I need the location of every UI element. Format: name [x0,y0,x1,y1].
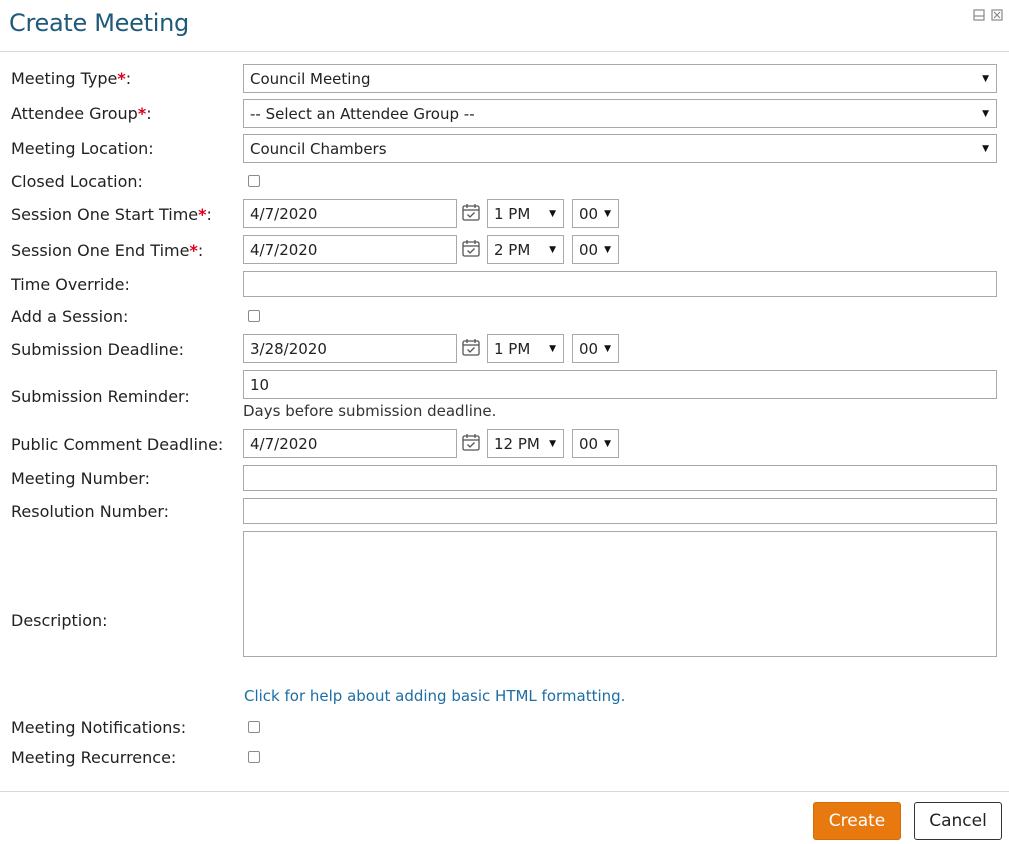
attendee-group-value: -- Select an Attendee Group -- [250,104,475,123]
meeting-location-select[interactable]: Council Chambers ▼ [243,134,997,163]
session-end-minute-value: 00 [579,240,599,259]
description-textarea[interactable] [243,531,997,657]
footer-divider [0,791,1009,792]
session-start-minute-select[interactable]: 00 ▼ [572,199,619,228]
chevron-down-icon: ▼ [549,208,556,219]
html-help-link[interactable]: Click for help about adding basic HTML f… [244,687,625,705]
meeting-notifications-checkbox[interactable] [248,721,260,733]
time-override-input[interactable] [243,271,997,297]
meeting-type-label: Meeting Type*: [11,69,132,88]
chevron-down-icon: ▼ [549,343,556,354]
create-button[interactable]: Create [813,802,901,840]
chevron-down-icon: ▼ [604,438,611,449]
close-icon[interactable] [991,6,1003,21]
chevron-down-icon: ▼ [982,108,989,119]
submission-reminder-help: Days before submission deadline. [243,402,497,420]
session-start-date-input[interactable]: 4/7/2020 [243,199,457,228]
meeting-type-value: Council Meeting [250,69,371,88]
attendee-group-label: Attendee Group*: [11,104,152,123]
add-session-label: Add a Session: [11,307,129,326]
submission-deadline-hour-select[interactable]: 1 PM ▼ [487,334,564,363]
add-session-checkbox[interactable] [248,310,260,322]
session-end-date-input[interactable]: 4/7/2020 [243,235,457,264]
title-divider [0,51,1009,52]
restore-icon[interactable] [973,6,985,21]
window-controls [973,6,1003,21]
meeting-recurrence-checkbox[interactable] [248,751,260,763]
meeting-location-label: Meeting Location: [11,139,154,158]
submission-reminder-value: 10 [250,375,270,394]
meeting-type-select[interactable]: Council Meeting ▼ [243,64,997,93]
session-start-hour-select[interactable]: 1 PM ▼ [487,199,564,228]
submission-deadline-label: Submission Deadline: [11,340,185,359]
chevron-down-icon: ▼ [982,73,989,84]
description-label: Description: [11,611,108,630]
public-comment-minute-value: 00 [579,434,599,453]
meeting-location-value: Council Chambers [250,139,387,158]
cancel-button[interactable]: Cancel [914,802,1002,840]
submission-reminder-input[interactable]: 10 [243,370,997,399]
chevron-down-icon: ▼ [549,438,556,449]
public-comment-hour-value: 12 PM [494,434,540,453]
closed-location-checkbox[interactable] [248,175,260,187]
submission-deadline-minute-select[interactable]: 00 ▼ [572,334,619,363]
session-end-hour-select[interactable]: 2 PM ▼ [487,235,564,264]
chevron-down-icon: ▼ [604,244,611,255]
chevron-down-icon: ▼ [604,208,611,219]
calendar-icon[interactable] [461,337,481,357]
session-start-hour-value: 1 PM [494,204,531,223]
chevron-down-icon: ▼ [982,143,989,154]
chevron-down-icon: ▼ [549,244,556,255]
public-comment-date-value: 4/7/2020 [250,434,318,453]
submission-deadline-date-input[interactable]: 3/28/2020 [243,334,457,363]
attendee-group-select[interactable]: -- Select an Attendee Group -- ▼ [243,99,997,128]
meeting-number-label: Meeting Number: [11,469,150,488]
dialog-title: Create Meeting [9,9,189,37]
session-start-minute-value: 00 [579,204,599,223]
meeting-number-input[interactable] [243,465,997,491]
public-comment-date-input[interactable]: 4/7/2020 [243,429,457,458]
meeting-recurrence-label: Meeting Recurrence: [11,748,177,767]
time-override-label: Time Override: [11,275,130,294]
submission-deadline-hour-value: 1 PM [494,339,531,358]
session-end-minute-select[interactable]: 00 ▼ [572,235,619,264]
meeting-notifications-label: Meeting Notifications: [11,718,187,737]
calendar-icon[interactable] [461,202,481,222]
calendar-icon[interactable] [461,238,481,258]
session-end-hour-value: 2 PM [494,240,531,259]
closed-location-label: Closed Location: [11,172,143,191]
resolution-number-input[interactable] [243,498,997,524]
submission-deadline-date-value: 3/28/2020 [250,339,327,358]
resolution-number-label: Resolution Number: [11,502,170,521]
submission-reminder-label: Submission Reminder: [11,387,190,406]
public-comment-deadline-label: Public Comment Deadline: [11,435,224,454]
public-comment-minute-select[interactable]: 00 ▼ [572,429,619,458]
chevron-down-icon: ▼ [604,343,611,354]
session-start-label: Session One Start Time*: [11,205,212,224]
session-end-date-value: 4/7/2020 [250,240,318,259]
calendar-icon[interactable] [461,432,481,452]
submission-deadline-minute-value: 00 [579,339,599,358]
session-start-date-value: 4/7/2020 [250,204,318,223]
public-comment-hour-select[interactable]: 12 PM ▼ [487,429,564,458]
session-end-label: Session One End Time*: [11,241,204,260]
